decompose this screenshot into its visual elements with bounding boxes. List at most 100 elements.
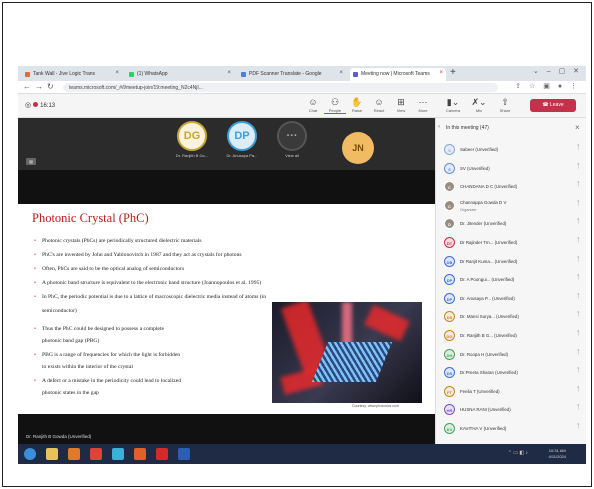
avatar: DB [444,255,455,267]
chevron-left-icon[interactable]: ‹ [438,124,440,130]
camera-button[interactable]: ▮⌄ Camera [442,97,464,113]
participant-item[interactable]: S Sabeer (Unverified) ᛏ [444,141,584,160]
participant-item[interactable]: DP Dr. Anusaya P... (Unverified) ᛏ [444,290,584,309]
screenshot: Tank Wall - Jive Logic Trans × (1) Whats… [18,66,586,464]
mic-off-icon[interactable]: ᛏ [576,424,580,430]
tray-icons[interactable]: ⌃ ▭ ◧ ♪ [508,450,528,456]
view-all-tile[interactable]: ··· View all [268,121,316,158]
participant-item[interactable]: D Dr. Jitender (Unverified) ᛏ [444,215,584,234]
word-icon[interactable] [178,448,190,460]
browser-tab-bar: Tank Wall - Jive Logic Trans × (1) Whats… [18,66,586,81]
participant-item[interactable]: DT Dr Rajinder Tm... (Unverified) ᛏ [444,234,584,253]
mic-off-icon[interactable]: ᛏ [576,405,580,411]
tab-label: PDF Scanner Translate - Google [249,71,322,77]
forward-icon[interactable]: → [35,82,43,91]
view-button[interactable]: ⊞ View [390,97,412,113]
participant-item[interactable]: HR HUSNA RANI (Unverified) ᛏ [444,401,584,420]
mic-off-icon[interactable]: ᛏ [576,312,580,318]
participant-item[interactable]: DP Dr. A Poongui... (Unverified) ᛏ [444,271,584,290]
participant-item[interactable]: DS Dr.Preeta Sharan (Unverified) ᛏ [444,364,584,383]
avatar[interactable]: JN [342,132,374,164]
participant-item[interactable]: S SV (Unverified) ᛏ [444,160,584,179]
participant-name: KAVITHA V (Unverified) [460,425,507,431]
avatar: FT [444,385,455,397]
participant-name: SV (Unverified) [460,165,490,171]
media-player-icon[interactable] [68,448,80,460]
image-credit: Courtesy: www.photonics.com [352,404,399,408]
close-icon[interactable]: × [227,70,231,76]
new-tab-icon[interactable]: + [450,67,456,78]
browser-tab[interactable]: PDF Scanner Translate - Google × [238,68,346,81]
browser-tab[interactable]: Tank Wall - Jive Logic Trans × [22,68,122,81]
more-icon: ⋯ [418,97,428,107]
recording-icon [33,102,39,107]
mic-off-icon[interactable]: ᛏ [576,331,580,337]
react-icon: ☺ [374,97,384,107]
participant-item[interactable]: C Channappa Gowda D V Organizer ᛏ [444,197,584,216]
leave-button[interactable]: ☎ Leave [530,99,576,112]
avatar: DS [444,311,455,323]
back-icon[interactable]: ← [23,82,31,91]
react-button[interactable]: ☺ React [368,97,390,113]
mic-off-icon[interactable]: ᛏ [576,350,580,356]
participant-item[interactable]: FT Feelia T (Unverified) ᛏ [444,383,584,402]
mic-off-icon[interactable]: ᛏ [576,368,580,374]
close-icon[interactable]: × [339,70,343,76]
meeting-timer: ◎ 16:13 [25,102,56,109]
participant-item[interactable]: DG Dr. Ranjith B G... (Unverified) ᛏ [444,327,584,346]
participant-tile[interactable]: DG Dr. Ranjith B Go... [168,121,216,158]
slide-bullet: A defect or a mistake in the periodicity… [34,378,181,384]
explorer-icon[interactable] [46,448,58,460]
browser-extension-icons[interactable]: ⇪ ☆ ▣ ● ⋮ [515,82,580,90]
slide-bullet-continued: semiconductor) [42,308,77,314]
participant-item[interactable]: DB Dr Ranjit Kuma... (Unverified) ᛏ [444,253,584,272]
start-orb-icon[interactable] [24,448,36,460]
participant-item[interactable]: DH Dr. Roopa H (Unverified) ᛏ [444,346,584,365]
phone-icon: ☎ [542,102,550,108]
mic-button[interactable]: ✗⌄ Mic [468,97,490,113]
mic-off-icon[interactable]: ᛏ [576,201,580,207]
mic-off-icon[interactable]: ᛏ [576,145,580,151]
avatar: DH [444,348,455,360]
meeting-toolbar: ◎ 16:13 ☺ Chat ⚇ People ✋ Raise ☺ React ⊞ View… [18,94,586,118]
raise-hand-button[interactable]: ✋ Raise [346,97,368,113]
mic-off-icon[interactable]: ᛏ [576,257,580,263]
pin-icon[interactable]: ▤ [26,158,36,165]
participant-name: Dr. Mansi Surya... (Unverified) [460,314,519,320]
firefox-icon[interactable] [134,448,146,460]
presenter-label: Dr. Ranjith B Gowda (Unverified) [26,434,92,439]
participant-name: CHANDANA D C (Unverified) [460,184,518,190]
app-5-icon[interactable] [112,448,124,460]
reload-icon[interactable]: ↻ [47,82,54,91]
more-button[interactable]: ⋯ More [412,97,434,113]
participant-item[interactable]: DS Dr. Mansi Surya... (Unverified) ᛏ [444,308,584,327]
browser-tab-active[interactable]: Meeting now | Microsoft Teams × [350,68,446,81]
mic-off-icon[interactable]: ᛏ [576,164,580,170]
tab-label: Meeting now | Microsoft Teams [361,71,430,77]
participant-tile[interactable]: DP Dr. Anusaya Pa... [218,121,266,158]
mic-off-icon[interactable]: ᛏ [576,238,580,244]
participant-item[interactable]: KV KAVITHA V (Unverified) ᛏ [444,420,584,439]
browser-tab[interactable]: (1) WhatsApp × [126,68,234,81]
chrome-icon[interactable] [90,448,102,460]
clock[interactable]: 10:31 AM 4/11/2024 [549,448,567,460]
mic-off-icon[interactable]: ᛏ [576,294,580,300]
acrobat-icon[interactable] [156,448,168,460]
mic-off-icon[interactable]: ᛏ [576,387,580,393]
participant-item[interactable]: C CHANDANA D C (Unverified) ᛏ [444,178,584,197]
close-icon[interactable]: × [439,70,443,76]
avatar: DP [444,274,455,286]
mic-off-icon[interactable]: ᛏ [576,275,580,281]
video-strip: DG Dr. Ranjith B Go... DP Dr. Anusaya Pa… [18,118,435,170]
window-controls[interactable]: ⌄ – ▢ ✕ [533,67,582,75]
close-icon[interactable]: × [115,70,119,76]
photonic-crystal-image [272,302,422,403]
participant-name: Dr. Jitender (Unverified) [460,221,507,227]
chat-button[interactable]: ☺ Chat [302,97,324,113]
url-field[interactable]: teams.microsoft.com/_#/l/meetup-join/19:… [63,83,498,92]
mic-off-icon[interactable]: ᛏ [576,182,580,188]
people-button[interactable]: ⚇ People [324,97,346,114]
mic-off-icon[interactable]: ᛏ [576,219,580,225]
share-button[interactable]: ⇧ Share [494,97,516,113]
close-icon[interactable]: × [575,123,580,132]
